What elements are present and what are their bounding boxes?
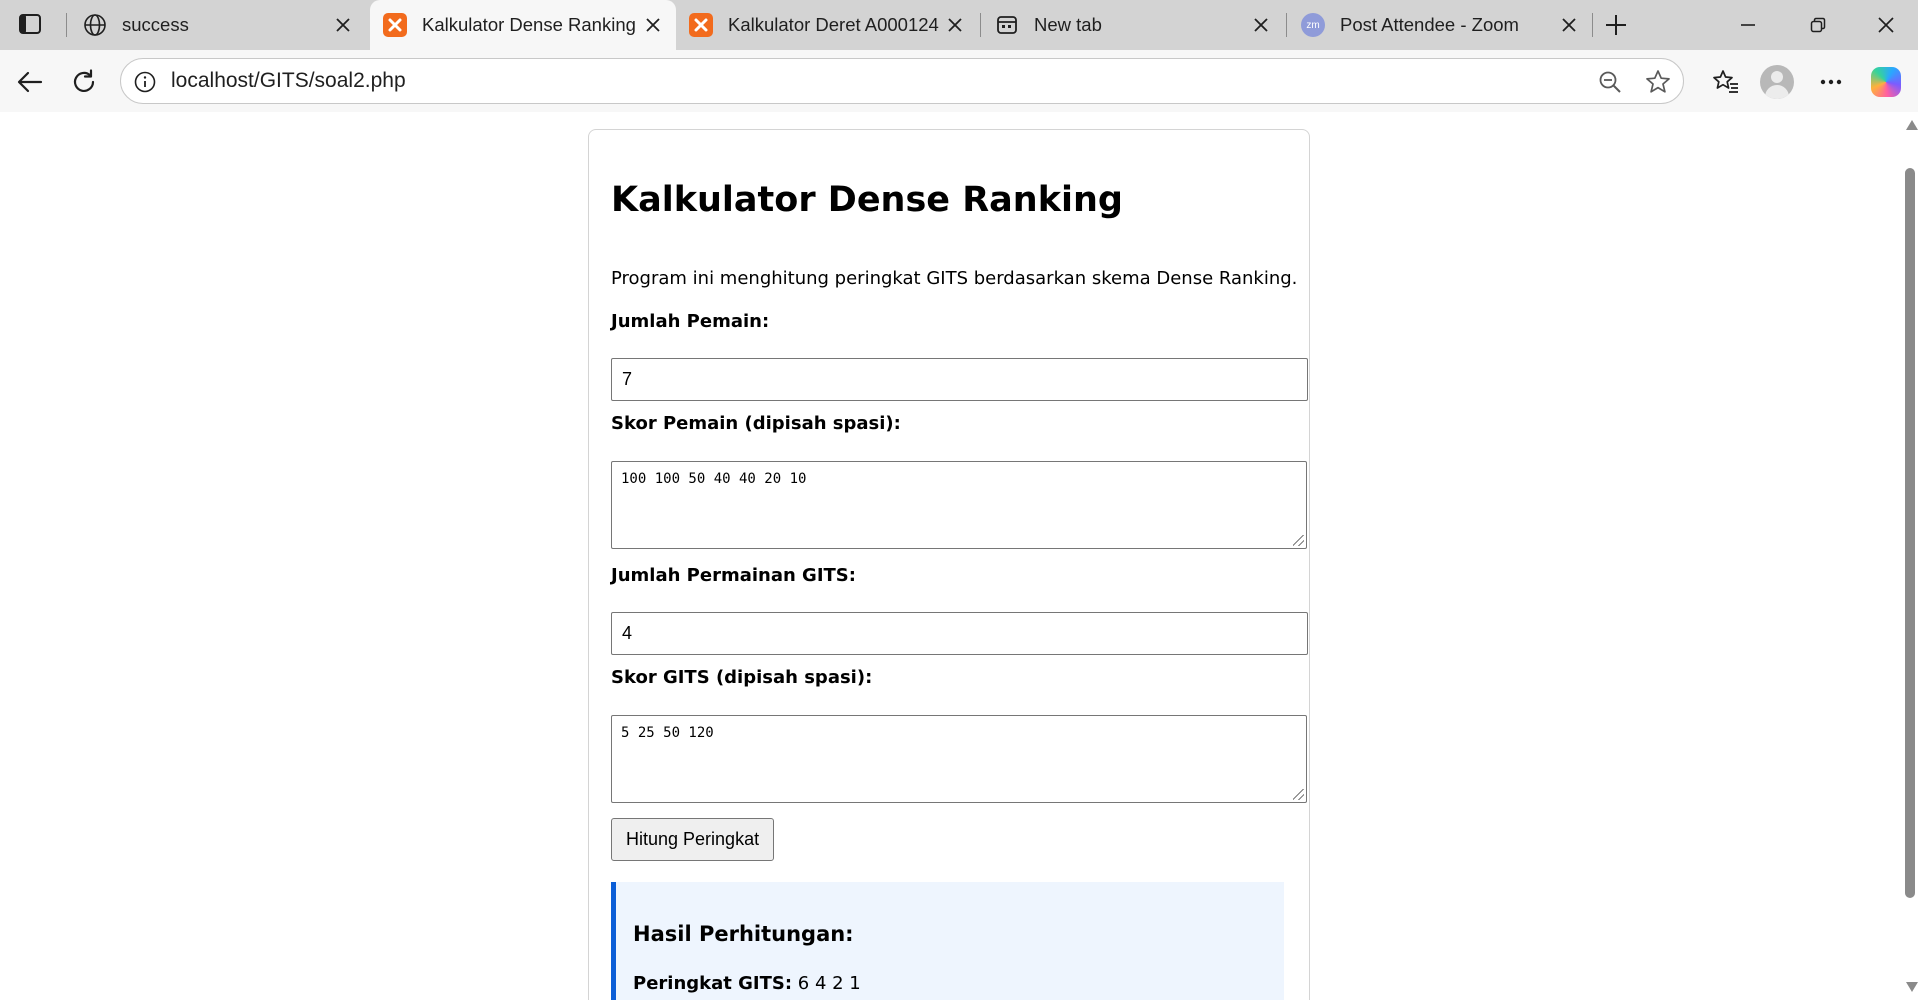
- tab-actions-icon: [19, 14, 41, 34]
- favorite-star-icon[interactable]: [1643, 67, 1673, 97]
- new-tab-button[interactable]: [1598, 8, 1634, 42]
- players-count-label: Jumlah Pemain:: [611, 311, 770, 332]
- result-box: Hasil Perhitungan: Peringkat GITS: 6 4 2…: [611, 882, 1284, 1000]
- result-line: Peringkat GITS: 6 4 2 1: [633, 973, 861, 994]
- close-tab-icon[interactable]: [638, 10, 668, 40]
- tab-actions-button[interactable]: [12, 9, 48, 39]
- minimize-icon: [1741, 24, 1755, 26]
- tab-title: New tab: [1034, 14, 1102, 35]
- scroll-down-arrow-icon[interactable]: [1906, 982, 1918, 992]
- gits-scores-value: 5 25 50 120: [621, 725, 714, 741]
- result-heading: Hasil Perhitungan:: [633, 922, 854, 946]
- globe-icon: [82, 12, 108, 38]
- page-title: Kalkulator Dense Ranking: [611, 180, 1123, 220]
- site-info-icon[interactable]: [131, 68, 159, 96]
- player-scores-textarea[interactable]: 100 100 50 40 40 20 10: [611, 461, 1307, 549]
- players-count-input[interactable]: 7: [611, 358, 1308, 401]
- close-window-button[interactable]: [1858, 0, 1914, 50]
- tab-title: Post Attendee - Zoom: [1340, 14, 1519, 35]
- resize-grip-icon[interactable]: [1293, 535, 1304, 546]
- tab-separator: [1592, 13, 1593, 37]
- refresh-button[interactable]: [64, 62, 104, 102]
- tab-kalkulator-deret[interactable]: Kalkulator Deret A000124: [676, 0, 978, 50]
- tab-separator: [66, 13, 67, 37]
- tab-title: success: [122, 14, 189, 35]
- settings-more-button[interactable]: [1811, 62, 1851, 102]
- tab-title: Kalkulator Deret A000124: [728, 14, 939, 35]
- back-arrow-icon: [17, 71, 43, 93]
- vertical-scrollbar[interactable]: [1902, 112, 1918, 1000]
- result-label: Peringkat GITS:: [633, 973, 793, 994]
- tab-separator: [1286, 13, 1287, 37]
- tab-separator: [980, 13, 981, 37]
- minimize-button[interactable]: [1720, 0, 1776, 50]
- page-description: Program ini menghitung peringkat GITS be…: [611, 268, 1298, 289]
- refresh-icon: [73, 69, 95, 92]
- favorites-list-icon: [1713, 70, 1738, 93]
- games-count-label: Jumlah Permainan GITS:: [611, 565, 856, 586]
- resize-grip-icon[interactable]: [1293, 789, 1304, 800]
- scroll-up-arrow-icon[interactable]: [1906, 120, 1918, 130]
- plus-icon: [1606, 15, 1626, 35]
- calculator-card: Kalkulator Dense Ranking Program ini men…: [588, 129, 1310, 1000]
- page-viewport: Kalkulator Dense Ranking Program ini men…: [6, 112, 1918, 1000]
- favorites-button[interactable]: [1706, 62, 1746, 102]
- scrollbar-thumb[interactable]: [1905, 168, 1915, 898]
- zoom-out-icon[interactable]: [1595, 67, 1625, 97]
- close-tab-icon[interactable]: [1246, 10, 1276, 40]
- gits-scores-textarea[interactable]: 5 25 50 120: [611, 715, 1307, 803]
- restore-icon: [1810, 17, 1826, 33]
- tab-strip: success Kalkulator Dense Ranking Kalkula…: [0, 0, 1918, 50]
- restore-button[interactable]: [1790, 0, 1846, 50]
- tab-post-attendee-zoom[interactable]: zm Post Attendee - Zoom: [1288, 0, 1592, 50]
- player-scores-value: 100 100 50 40 40 20 10: [621, 471, 807, 487]
- zoom-icon: zm: [1300, 12, 1326, 38]
- profile-button[interactable]: [1757, 62, 1797, 102]
- avatar: [1760, 65, 1794, 99]
- games-count-input[interactable]: 4: [611, 612, 1308, 655]
- address-bar[interactable]: localhost/GITS/soal2.php: [120, 58, 1684, 104]
- browser-toolbar: localhost/GITS/soal2.php: [0, 50, 1918, 112]
- tab-kalkulator-dense-ranking[interactable]: Kalkulator Dense Ranking: [370, 0, 676, 50]
- calculate-rank-button[interactable]: Hitung Peringkat: [611, 818, 775, 861]
- tab-success[interactable]: success: [70, 0, 366, 50]
- url-text[interactable]: localhost/GITS/soal2.php: [171, 69, 406, 93]
- tab-title: Kalkulator Dense Ranking: [422, 14, 636, 35]
- gits-scores-label: Skor GITS (dipisah spasi):: [611, 667, 873, 688]
- back-button[interactable]: [10, 62, 50, 102]
- more-dots-icon: [1820, 79, 1842, 85]
- result-value: 6 4 2 1: [797, 973, 861, 994]
- close-tab-icon[interactable]: [328, 10, 358, 40]
- newtab-icon: [994, 12, 1020, 38]
- tab-new-tab[interactable]: New tab: [982, 0, 1284, 50]
- close-tab-icon[interactable]: [1554, 10, 1584, 40]
- close-tab-icon[interactable]: [940, 10, 970, 40]
- xampp-icon: [688, 12, 714, 38]
- copilot-button[interactable]: [1866, 62, 1906, 102]
- copilot-icon: [1871, 67, 1901, 97]
- xampp-icon: [382, 12, 408, 38]
- close-icon: [1878, 17, 1894, 33]
- player-scores-label: Skor Pemain (dipisah spasi):: [611, 413, 901, 434]
